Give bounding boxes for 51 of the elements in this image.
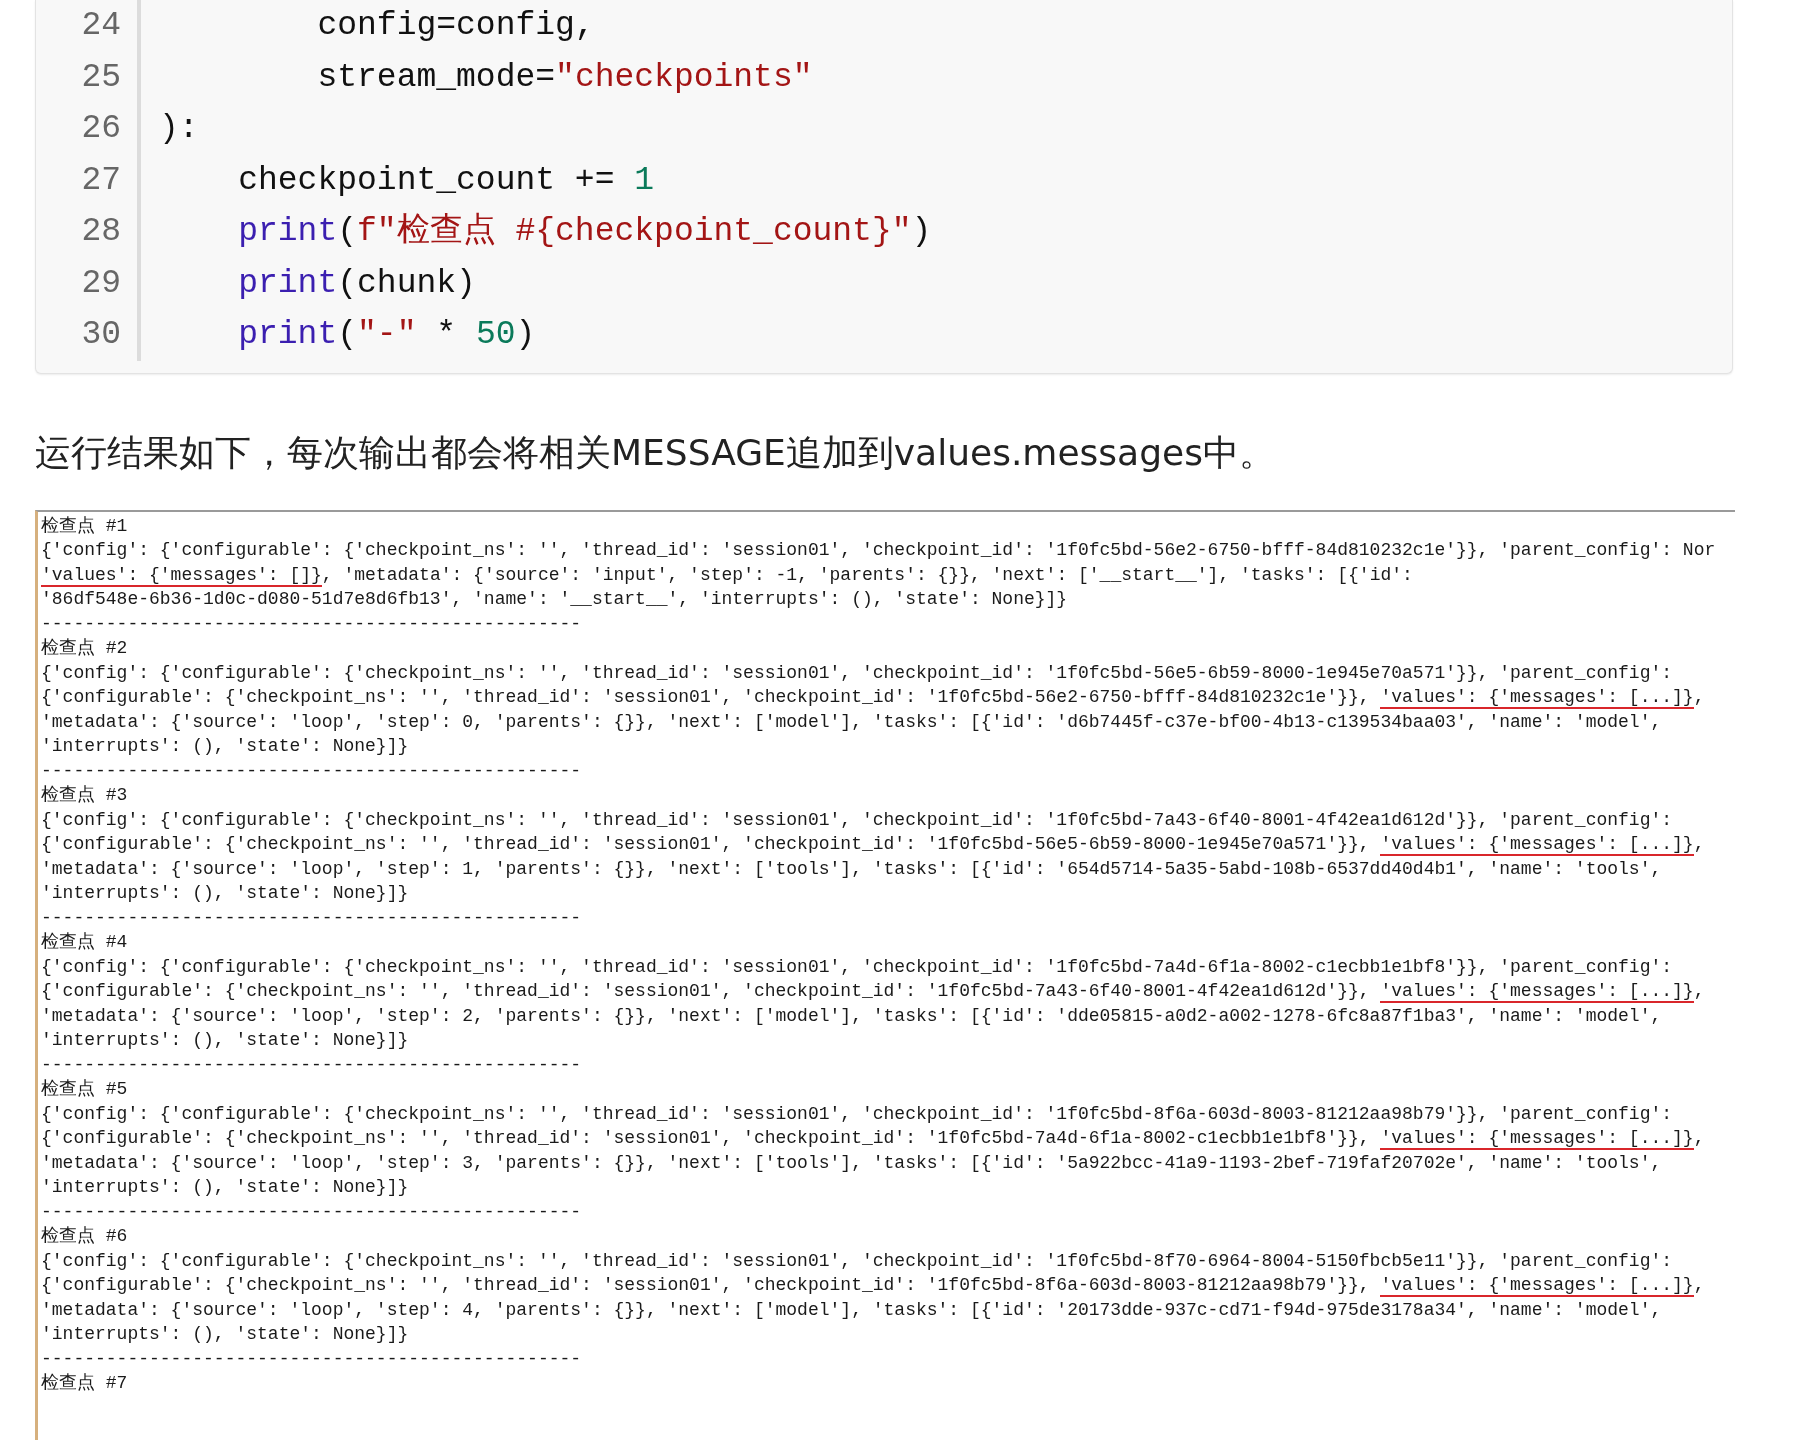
console-line: {'config': {'configurable': {'checkpoint_ns': '', 'thread_id': 'session01', 'checkpoint_id': '1f0fc5bd-56e5-6b59-8000-1e945e70a571'}}, 'parent_config': [41, 661, 1673, 685]
console-line: -------------------------------------------------- [41, 612, 582, 636]
console-line: 检查点 #3 [41, 784, 128, 807]
console-line: 检查点 #1 [41, 514, 128, 538]
console-line: 'metadata': {'source': 'loop', 'step': 0, 'parents': {}}, 'next': ['model'], 'tasks': [{'id': 'd6b7445f-c37e-bf00-4b13-c139534baa03', 'name': 'model', [41, 710, 1662, 734]
console-line: 'interrupts': (), 'state': None}]} [41, 882, 409, 905]
console-line: 'interrupts': (), 'state': None}]} [41, 735, 409, 758]
console-line: '86df548e-6b36-1d0c-d080-51d7e8d6fb13', 'name': '__start__', 'interrupts': (), 'state': None}]} [41, 588, 1068, 611]
code-line: print(f"检查点 #{checkpoint_count}") [237, 211, 932, 252]
console-line: 'metadata': {'source': 'loop', 'step': 4, 'parents': {}}, 'next': ['model'], 'tasks': [{'id': '20173dde-937c-cd71-f94d-975de3178a34', 'name': 'model', [41, 1298, 1662, 1322]
line-number: 28 [36, 206, 141, 258]
console-line: 检查点 #5 [41, 1078, 128, 1101]
console-line: 检查点 #4 [41, 931, 128, 954]
console-line: -------------------------------------------------- [41, 759, 582, 783]
line-number: 25 [36, 51, 141, 103]
console-line: {'configurable': {'checkpoint_ns': '', 'thread_id': 'session01', 'checkpoint_id': '1f0fc5bd-56e5-6b59-8000-1e945e70a571'}}, 'values': {'messages': [...]}, [41, 833, 1705, 857]
line-number: 30 [36, 309, 141, 361]
console-line: -------------------------------------------------- [41, 1200, 582, 1224]
console-line: {'configurable': {'checkpoint_ns': '', 'thread_id': 'session01', 'checkpoint_id': '1f0fc5bd-56e2-6750-bfff-84d810232c1e'}}, 'values': {'messages': [...]}, [41, 686, 1705, 710]
console-line: 'metadata': {'source': 'loop', 'step': 2, 'parents': {}}, 'next': ['model'], 'tasks': [{'id': 'dde05815-a0d2-a002-1278-6fc8a87f1ba3', 'name': 'model', [41, 1004, 1662, 1028]
console-line: 'values': {'messages': []}, 'metadata': {'source': 'input', 'step': -1, 'parents': {}}, 'next': ['__start__'], 'tasks': [{'id': [41, 563, 1413, 587]
line-number: 26 [36, 103, 141, 155]
console-line: {'configurable': {'checkpoint_ns': '', 'thread_id': 'session01', 'checkpoint_id': '1f0fc5bd-7a4d-6f1a-8002-c1ecbb1e1bf8'}}, 'values': {'messages': [...]}, [41, 1127, 1705, 1151]
line-number: 24 [36, 0, 141, 52]
console-line: 检查点 #6 [41, 1225, 128, 1248]
line-number: 27 [36, 154, 141, 206]
console-line: {'config': {'configurable': {'checkpoint_ns': '', 'thread_id': 'session01', 'checkpoint_id': '1f0fc5bd-8f6a-603d-8003-81212aa98b79'}}, 'parent_config': [41, 1102, 1673, 1126]
line-number: 29 [36, 257, 141, 309]
code-line: print("-" * 50) [237, 315, 536, 355]
code-line: checkpoint_count += 1 [237, 160, 655, 201]
code-line: stream_mode="checkpoints" [316, 57, 813, 98]
console-line: 'metadata': {'source': 'loop', 'step': 3, 'parents': {}}, 'next': ['tools'], 'tasks': [{'id': '5a922bcc-41a9-1193-2bef-719faf20702e', 'name': 'tools', [41, 1151, 1662, 1175]
console-line: {'config': {'configurable': {'checkpoint_ns': '', 'thread_id': 'session01', 'checkpoint_id': '1f0fc5bd-8f70-6964-8004-5150fbcb5e11'}}, 'parent_config': [41, 1249, 1673, 1273]
code-line: ): [158, 109, 199, 149]
console-line: 'interrupts': (), 'state': None}]} [41, 1176, 409, 1199]
console-line: {'config': {'configurable': {'checkpoint_ns': '', 'thread_id': 'session01', 'checkpoint_id': '1f0fc5bd-7a4d-6f1a-8002-c1ecbb1e1bf8'}}, 'parent_config': [41, 955, 1673, 979]
console-line: {'config': {'configurable': {'checkpoint_ns': '', 'thread_id': 'session01', 'checkpoint_id': '1f0fc5bd-56e2-6750-bfff-84d810232c1e'}}, 'parent_config': Nor [41, 539, 1716, 562]
console-line: -------------------------------------------------- [41, 906, 582, 930]
code-line: print(chunk) [237, 263, 476, 304]
code-line: config=config, [316, 6, 595, 46]
console-line: 检查点 #7 [41, 1372, 128, 1395]
console-line: 'metadata': {'source': 'loop', 'step': 1, 'parents': {}}, 'next': ['tools'], 'tasks': [{'id': '654d5714-5a35-5abd-108b-6537dd40d4b1', 'name': 'tools', [41, 857, 1662, 881]
console-line: 'interrupts': (), 'state': None}]} [41, 1323, 409, 1346]
console-line: {'config': {'configurable': {'checkpoint_ns': '', 'thread_id': 'session01', 'checkpoint_id': '1f0fc5bd-7a43-6f40-8001-4f42ea1d612d'}}, 'parent_config': [41, 808, 1673, 832]
console-line: 检查点 #2 [41, 637, 128, 660]
console-line: -------------------------------------------------- [41, 1053, 582, 1077]
console-line: -------------------------------------------------- [41, 1347, 582, 1371]
console-line: {'configurable': {'checkpoint_ns': '', 'thread_id': 'session01', 'checkpoint_id': '1f0fc5bd-8f6a-603d-8003-81212aa98b79'}}, 'values': {'messages': [...]}, [41, 1274, 1705, 1298]
paragraph-text: 运行结果如下，每次输出都会将相关MESSAGE追加到values.messages中。 [35, 430, 1276, 475]
console-line: {'configurable': {'checkpoint_ns': '', 'thread_id': 'session01', 'checkpoint_id': '1f0fc5bd-7a43-6f40-8001-4f42ea1d612d'}}, 'values': {'messages': [...]}, [41, 980, 1705, 1004]
console-line: 'interrupts': (), 'state': None}]} [41, 1029, 409, 1052]
